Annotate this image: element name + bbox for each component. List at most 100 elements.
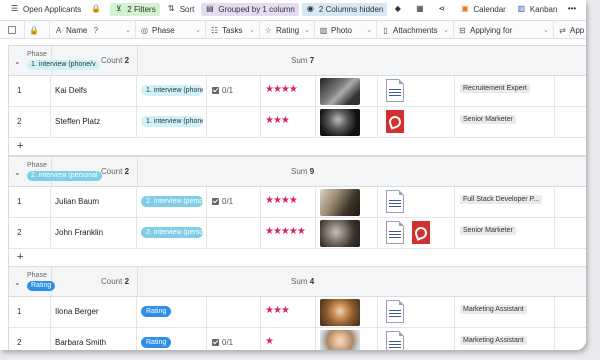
- app-cell[interactable]: [555, 218, 586, 248]
- phase-cell[interactable]: 2. interview (personal: [137, 187, 207, 217]
- phase-cell[interactable]: Rating: [137, 297, 207, 327]
- tasks-cell[interactable]: [207, 107, 261, 137]
- photo-thumbnail[interactable]: [320, 220, 360, 247]
- applying-for-cell[interactable]: Senior Marketer: [455, 107, 555, 137]
- attachments-cell[interactable]: [378, 187, 455, 217]
- collapse-group-icon[interactable]: ⌄: [14, 168, 21, 177]
- more-button[interactable]: •••: [564, 3, 583, 16]
- photo-cell[interactable]: [316, 218, 378, 248]
- name-cell[interactable]: Barbara Smith: [51, 328, 137, 350]
- app-cell[interactable]: [555, 107, 586, 137]
- column-header-rating[interactable]: ☆ Rating ⌄: [260, 21, 315, 39]
- phase-cell[interactable]: 1. interview (phone/v: [137, 107, 207, 137]
- column-header-attachments[interactable]: ▯ Attachments ⌄: [377, 21, 454, 39]
- filter-icon: ⊻: [115, 4, 122, 13]
- rating-cell[interactable]: ★★★: [261, 107, 316, 137]
- count-label: Count: [101, 277, 123, 286]
- applying-for-cell[interactable]: Recruitement Expert: [455, 76, 555, 106]
- kanban-button[interactable]: ▥ Kanban: [513, 3, 562, 16]
- photo-thumbnail[interactable]: [320, 330, 360, 350]
- document-file-icon[interactable]: [386, 79, 404, 102]
- tasks-cell[interactable]: [207, 218, 261, 248]
- phase-cell[interactable]: 2. interview (personal: [137, 218, 207, 248]
- tasks-cell[interactable]: 0/1: [207, 187, 261, 217]
- phase-cell[interactable]: 1. interview (phone/v: [137, 76, 207, 106]
- attachments-cell[interactable]: [378, 328, 455, 350]
- column-header-tasks[interactable]: ☷ Tasks ⌄: [206, 21, 260, 39]
- rating-cell[interactable]: ★★★: [261, 297, 316, 327]
- app-cell[interactable]: [555, 328, 586, 350]
- photo-cell[interactable]: [316, 76, 378, 106]
- document-file-icon[interactable]: [386, 221, 404, 244]
- add-row-button[interactable]: +: [9, 138, 586, 155]
- sum-value: 4: [309, 277, 315, 286]
- column-header-name[interactable]: A Name? ⌄: [50, 21, 136, 39]
- rating-cell[interactable]: ★★★★: [261, 187, 316, 217]
- tasks-cell[interactable]: [207, 297, 261, 327]
- photo-cell[interactable]: [316, 107, 378, 137]
- rating-cell[interactable]: ★★★★: [261, 76, 316, 106]
- sort-button[interactable]: ⇅ Sort: [163, 3, 199, 16]
- attachments-cell[interactable]: [378, 107, 455, 137]
- phase-cell[interactable]: Rating: [137, 328, 207, 350]
- name-cell[interactable]: John Franklin: [51, 218, 137, 248]
- photo-cell[interactable]: [316, 328, 378, 350]
- rating-cell[interactable]: ★★★★★: [261, 218, 316, 248]
- photo-thumbnail[interactable]: [320, 109, 360, 136]
- app-cell[interactable]: [555, 297, 586, 327]
- checkbox-icon: [8, 26, 16, 34]
- table-row[interactable]: 2 John Franklin 2. interview (personal ★…: [9, 218, 586, 249]
- hidden-columns-button[interactable]: ◉ 2 Columns hidden: [301, 2, 388, 16]
- group-2: ⌄ Phase 2. interview (personal Count 2 S…: [8, 156, 586, 267]
- table-row[interactable]: 1 Ilona Berger Rating ★★★ Marketing Assi…: [9, 297, 586, 328]
- pdf-file-icon[interactable]: [386, 110, 404, 133]
- table-row[interactable]: 1 Kai Delfs 1. interview (phone/v 0/1 ★★…: [9, 76, 586, 107]
- photo-thumbnail[interactable]: [320, 78, 360, 105]
- table-row[interactable]: 2 Steffen Platz 1. interview (phone/v ★★…: [9, 107, 586, 138]
- applying-for-cell[interactable]: Senior Marketer: [455, 218, 555, 248]
- column-header-applying-for[interactable]: ⊟ Applying for ⌄: [454, 21, 554, 39]
- select-all-checkbox[interactable]: [0, 21, 25, 39]
- photo-thumbnail[interactable]: [320, 299, 360, 326]
- pdf-file-icon[interactable]: [412, 221, 430, 244]
- row-color-button[interactable]: ◆: [390, 3, 409, 16]
- applying-for-cell[interactable]: Marketing Assistant: [455, 328, 555, 350]
- collapse-group-icon[interactable]: ⌄: [14, 278, 21, 287]
- attachments-cell[interactable]: [378, 297, 455, 327]
- count-value: 2: [124, 56, 130, 65]
- column-header-phase[interactable]: ◎ Phase ⌄: [136, 21, 206, 39]
- rating-cell[interactable]: ★: [261, 328, 316, 350]
- app-cell[interactable]: [555, 76, 586, 106]
- lock-button[interactable]: 🔒: [88, 3, 107, 16]
- attachments-cell[interactable]: [378, 218, 455, 248]
- column-header-photo[interactable]: ▧ Photo ⌄: [315, 21, 377, 39]
- table-row[interactable]: 1 Julian Baum 2. interview (personal 0/1…: [9, 187, 586, 218]
- group-button[interactable]: ▤ Grouped by 1 column: [201, 2, 299, 16]
- tasks-cell[interactable]: 0/1: [207, 76, 261, 106]
- name-cell[interactable]: Kai Delfs: [51, 76, 137, 106]
- document-file-icon[interactable]: [386, 190, 404, 213]
- name-cell[interactable]: Julian Baum: [51, 187, 137, 217]
- tasks-cell[interactable]: 0/1: [207, 328, 261, 350]
- applying-for-cell[interactable]: Marketing Assistant: [455, 297, 555, 327]
- document-file-icon[interactable]: [386, 331, 404, 350]
- name-cell[interactable]: Ilona Berger: [51, 297, 137, 327]
- photo-cell[interactable]: [316, 297, 378, 327]
- row-height-button[interactable]: ▦: [412, 3, 431, 16]
- collapse-group-icon[interactable]: ⌄: [14, 57, 21, 66]
- filter-button[interactable]: ⊻ 2 Filters: [110, 2, 160, 16]
- attachments-cell[interactable]: [378, 76, 455, 106]
- calendar-button[interactable]: ▣ Calendar: [456, 3, 509, 16]
- photo-cell[interactable]: [316, 187, 378, 217]
- view-selector[interactable]: ☰ Open Applicants: [6, 3, 85, 16]
- column-header-app[interactable]: ⇄ App: [554, 21, 586, 39]
- add-row-button[interactable]: +: [9, 249, 586, 266]
- app-cell[interactable]: [555, 187, 586, 217]
- name-cell[interactable]: Steffen Platz: [51, 107, 137, 137]
- applying-for-cell[interactable]: Full Stack Developer P...: [455, 187, 555, 217]
- photo-thumbnail[interactable]: [320, 189, 360, 216]
- chevron-down-icon: ⌄: [443, 27, 449, 34]
- table-row[interactable]: 2 Barbara Smith Rating 0/1 ★ Marketing A…: [9, 328, 586, 350]
- document-file-icon[interactable]: [386, 300, 404, 323]
- share-button[interactable]: ⋖: [434, 3, 453, 16]
